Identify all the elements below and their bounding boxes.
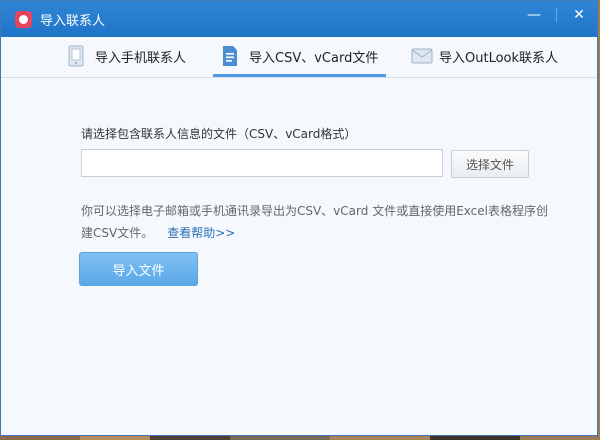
file-prompt-label: 请选择包含联系人信息的文件（CSV、vCard格式） [81,127,357,141]
mail-icon [411,45,433,67]
hint-text: 你可以选择电子邮箱或手机通讯录导出为CSV、vCard 文件或直接使用Excel… [81,200,551,244]
import-contacts-dialog: 导入联系人 — ✕ 导入手机联系人 导入CSV、vCard文件 导入OutLoo… [0,0,598,436]
control-divider [556,8,557,22]
title-bar[interactable]: 导入联系人 — ✕ [1,1,597,37]
file-path-input[interactable] [81,149,443,177]
tab-label: 导入CSV、vCard文件 [249,50,379,66]
tab-csv-vcard[interactable]: 导入CSV、vCard文件 [212,37,387,77]
tab-outlook-contacts[interactable]: 导入OutLook联系人 [411,37,558,75]
choose-file-button[interactable]: 选择文件 [451,150,529,178]
window-controls: — ✕ [526,7,587,23]
window-title: 导入联系人 [40,13,106,29]
help-link[interactable]: 查看帮助>> [167,226,235,240]
tab-phone-contacts[interactable]: 导入手机联系人 [67,37,186,75]
tab-label: 导入OutLook联系人 [439,50,559,66]
tab-label: 导入手机联系人 [95,50,187,66]
app-logo-icon [15,10,32,28]
close-icon[interactable]: ✕ [571,7,587,23]
hint-body: 你可以选择电子邮箱或手机通讯录导出为CSV、vCard 文件或直接使用Excel… [81,204,548,240]
document-icon [221,45,239,67]
minimize-icon[interactable]: — [526,7,542,23]
phone-icon [67,45,85,67]
tab-content: 请选择包含联系人信息的文件（CSV、vCard格式） 选择文件 你可以选择电子邮… [1,78,597,435]
tab-bar: 导入手机联系人 导入CSV、vCard文件 导入OutLook联系人 [1,37,597,78]
import-file-button[interactable]: 导入文件 [79,252,198,286]
